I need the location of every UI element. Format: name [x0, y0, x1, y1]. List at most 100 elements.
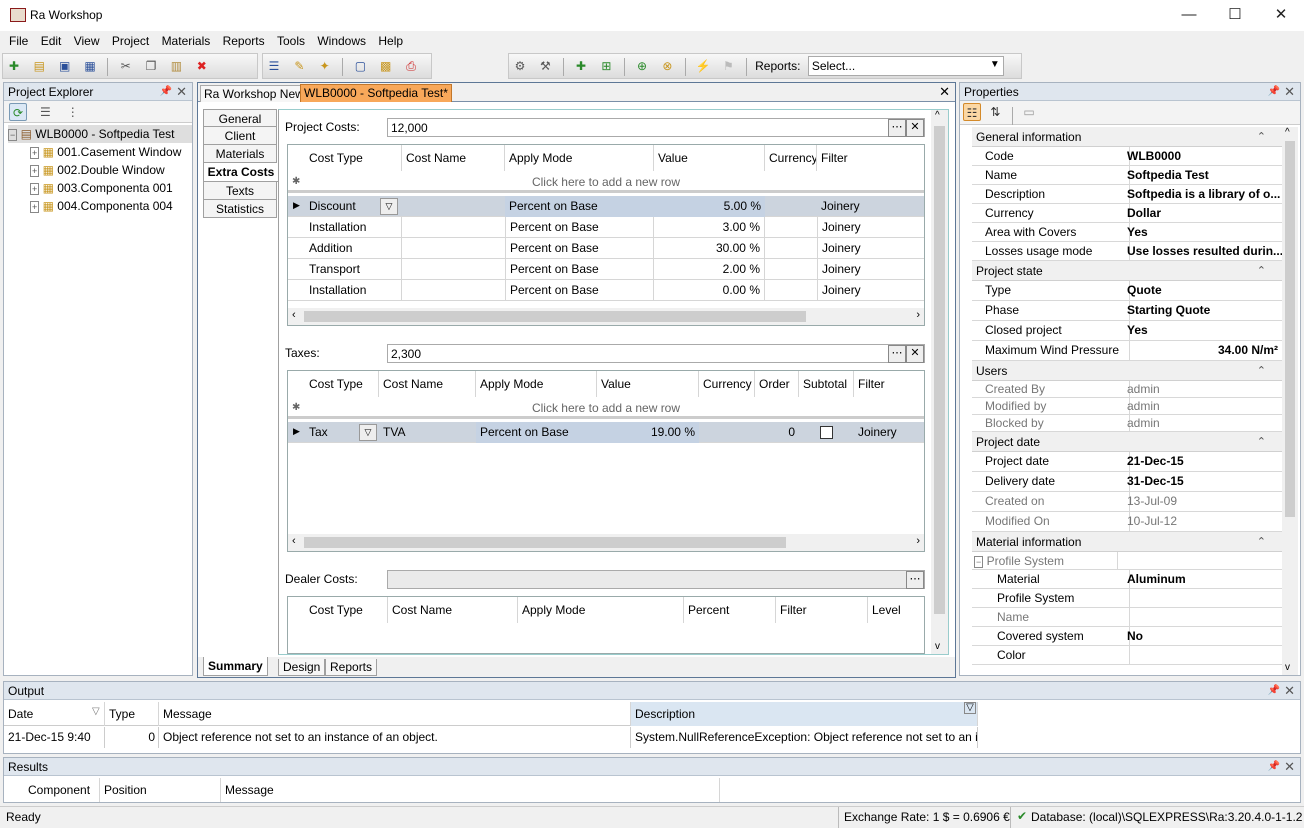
- menu-windows[interactable]: Windows: [313, 31, 370, 52]
- menu-reports[interactable]: Reports: [219, 31, 269, 52]
- property-row[interactable]: Maximum Wind Pressure 34.00 N/m²: [972, 341, 1282, 361]
- collapse-icon[interactable]: ⌃: [1257, 532, 1266, 552]
- tree-view-icon[interactable]: ⋮: [64, 103, 82, 121]
- expand-icon[interactable]: +: [30, 183, 40, 195]
- cell-mode[interactable]: Percent on Base: [505, 196, 654, 217]
- cell-type[interactable]: Installation: [305, 280, 402, 301]
- col-component[interactable]: Component: [24, 778, 100, 802]
- reports-select[interactable]: Select... ▼: [807, 56, 1004, 76]
- tab-summary[interactable]: Summary: [203, 657, 268, 676]
- col-level[interactable]: Level: [868, 597, 924, 623]
- copy-icon[interactable]: ❐: [142, 57, 160, 75]
- tab-client[interactable]: Client: [203, 127, 277, 145]
- scroll-left-icon[interactable]: ‹: [292, 535, 296, 547]
- property-value[interactable]: 21-Dec-15: [1124, 452, 1282, 471]
- maximize-button[interactable]: ☐: [1212, 0, 1258, 31]
- collapse-icon[interactable]: ⌃: [1257, 361, 1266, 381]
- window-icon[interactable]: ▢: [351, 57, 369, 75]
- property-row[interactable]: Modified On 10-Jul-12: [972, 512, 1282, 532]
- property-row[interactable]: Phase Starting Quote: [972, 301, 1282, 321]
- tree-root[interactable]: − ▤ WLB0000 - Softpedia Test: [8, 125, 192, 143]
- col-value[interactable]: Value: [654, 145, 765, 171]
- cell-value[interactable]: 19.00 %: [597, 422, 699, 443]
- table-row[interactable]: Addition Percent on Base 30.00 % Joinery: [288, 238, 924, 259]
- property-row[interactable]: Delivery date 31-Dec-15: [972, 472, 1282, 492]
- cell-value[interactable]: 2.00 %: [654, 259, 765, 280]
- property-row[interactable]: Created on 13-Jul-09: [972, 492, 1282, 512]
- horizontal-scrollbar[interactable]: ‹ ›: [288, 534, 924, 551]
- property-pages-icon[interactable]: ▭: [1020, 103, 1038, 121]
- scroll-up-icon[interactable]: ^: [1285, 127, 1290, 138]
- col-apply-mode[interactable]: Apply Mode: [476, 371, 597, 397]
- scroll-right-icon[interactable]: ›: [916, 309, 920, 321]
- table-row[interactable]: Installation Percent on Base 3.00 % Join…: [288, 217, 924, 238]
- tree-item[interactable]: + ▦ 004.Componenta 004: [8, 197, 192, 215]
- expand-icon[interactable]: +: [30, 165, 40, 177]
- pin-icon[interactable]: 📌: [160, 86, 172, 97]
- ellipsis-button[interactable]: ⋯: [888, 119, 906, 137]
- property-value[interactable]: Quote: [1124, 281, 1282, 300]
- cell-filter[interactable]: Joinery: [854, 422, 924, 443]
- col-cost-type[interactable]: Cost Type: [305, 145, 402, 171]
- col-filter[interactable]: Filter: [776, 597, 868, 623]
- col-currency[interactable]: Currency: [699, 371, 755, 397]
- col-apply-mode[interactable]: Apply Mode: [518, 597, 684, 623]
- col-cost-name[interactable]: Cost Name: [379, 371, 476, 397]
- menu-project[interactable]: Project: [108, 31, 153, 52]
- col-date[interactable]: Date: [4, 702, 105, 726]
- cell-filter[interactable]: Joinery: [817, 217, 924, 238]
- cell-value[interactable]: 5.00 %: [654, 196, 765, 217]
- scroll-down-icon[interactable]: v: [1285, 662, 1290, 673]
- col-filter[interactable]: Filter: [854, 371, 924, 397]
- col-filter[interactable]: Filter: [817, 145, 924, 171]
- section-general-information[interactable]: General information ⌃: [972, 127, 1282, 147]
- property-row[interactable]: Covered system No: [972, 627, 1282, 646]
- property-row[interactable]: Code WLB0000: [972, 147, 1282, 166]
- menu-tools[interactable]: Tools: [273, 31, 309, 52]
- col-type[interactable]: Type: [105, 702, 159, 726]
- cell-value[interactable]: 0.00 %: [654, 280, 765, 301]
- new-row[interactable]: ✱ Click here to add a new row: [288, 171, 924, 193]
- cell-filter[interactable]: Joinery: [817, 280, 924, 301]
- menu-materials[interactable]: Materials: [158, 31, 215, 52]
- property-row[interactable]: Name: [972, 608, 1282, 627]
- expand-icon[interactable]: +: [30, 201, 40, 213]
- property-value[interactable]: Softpedia Test: [1124, 166, 1282, 185]
- scroll-left-icon[interactable]: ‹: [292, 309, 296, 321]
- wizard-icon[interactable]: ✦: [316, 57, 334, 75]
- property-row[interactable]: Area with Covers Yes: [972, 223, 1282, 242]
- ellipsis-button[interactable]: ⋯: [888, 345, 906, 363]
- property-row[interactable]: Profile System: [972, 589, 1282, 608]
- property-row[interactable]: Closed project Yes: [972, 321, 1282, 341]
- pin-icon[interactable]: 📌: [1268, 685, 1280, 696]
- menu-edit[interactable]: Edit: [37, 31, 66, 52]
- tab-texts[interactable]: Texts: [203, 182, 277, 200]
- collapse-icon[interactable]: −: [8, 129, 18, 141]
- col-cost-name[interactable]: Cost Name: [388, 597, 518, 623]
- col-cost-name[interactable]: Cost Name: [402, 145, 505, 171]
- close-button[interactable]: ✕: [1258, 0, 1304, 31]
- col-cost-type[interactable]: Cost Type: [305, 371, 379, 397]
- col-cost-type[interactable]: Cost Type: [305, 597, 388, 623]
- cell-value[interactable]: 3.00 %: [654, 217, 765, 238]
- expand-icon[interactable]: +: [30, 147, 40, 159]
- section-users[interactable]: Users ⌃: [972, 361, 1282, 381]
- property-value[interactable]: 34.00 N/m²: [1124, 341, 1282, 360]
- list-view-icon[interactable]: ☰: [36, 103, 54, 121]
- scroll-up-icon[interactable]: ^: [935, 110, 940, 121]
- pin-icon[interactable]: 📌: [1268, 86, 1280, 97]
- project-costs-input[interactable]: 12,000 ⋯ ✕: [387, 118, 925, 137]
- properties-icon[interactable]: ☰: [265, 57, 283, 75]
- property-value[interactable]: Starting Quote: [1124, 301, 1282, 320]
- subtotal-checkbox[interactable]: [820, 426, 833, 439]
- property-row[interactable]: Created By admin: [972, 381, 1282, 398]
- property-value[interactable]: No: [1124, 627, 1282, 646]
- property-row[interactable]: Color: [972, 646, 1282, 665]
- calculate-icon[interactable]: ⚙: [511, 57, 529, 75]
- categorized-icon[interactable]: ☷: [963, 103, 981, 121]
- col-apply-mode[interactable]: Apply Mode: [505, 145, 654, 171]
- col-value[interactable]: Value: [597, 371, 699, 397]
- tab-reports[interactable]: Reports: [325, 659, 378, 676]
- table-row[interactable]: Installation Percent on Base 0.00 % Join…: [288, 280, 924, 301]
- collapse-group-icon[interactable]: −: [974, 556, 984, 568]
